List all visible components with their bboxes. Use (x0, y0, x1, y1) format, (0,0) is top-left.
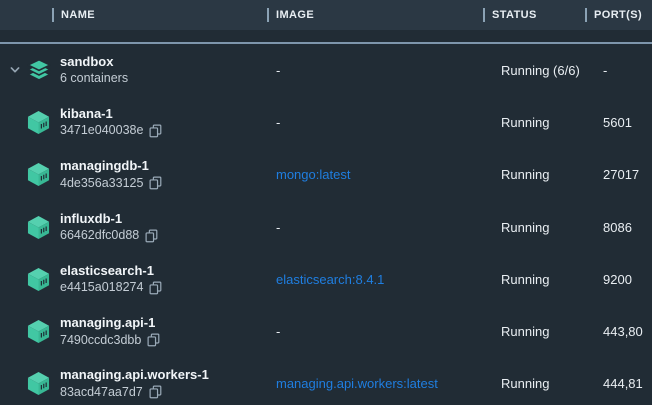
image-link[interactable]: mongo:latest (268, 167, 492, 182)
container-name: kibana-1 (60, 107, 268, 121)
image-cell: - (268, 220, 492, 235)
ports-cell: 8086 (595, 220, 652, 235)
column-header-name[interactable]: NAME (52, 0, 95, 30)
container-cube-icon (27, 110, 51, 135)
status-cell: Running (492, 376, 595, 391)
container-name: managing.api-1 (60, 316, 268, 330)
status-cell: Running (492, 167, 595, 182)
image-cell: - (268, 324, 492, 339)
name-cell: sandbox 6 containers (60, 55, 268, 85)
status-cell: Running (492, 115, 595, 130)
copy-icon[interactable] (149, 281, 162, 295)
ports-cell: 444,81 (595, 376, 652, 391)
container-name: influxdb-1 (60, 212, 268, 226)
table-row[interactable]: managing.api-1 7490ccdc3dbb - Running 44… (0, 305, 652, 357)
container-id-text: 66462dfc0d88 (60, 229, 139, 242)
container-cube-icon (27, 162, 51, 187)
stack-subtext: 6 containers (60, 72, 268, 85)
containers-table: NAME IMAGE STATUS PORT(S) (0, 0, 652, 405)
ports-cell: 443,80 (595, 324, 652, 339)
container-id-text: 83acd47aa7d7 (60, 386, 143, 399)
table-row[interactable]: elasticsearch-1 e4415a018274 elasticsear… (0, 253, 652, 305)
container-id: 4de356a33125 (60, 176, 268, 190)
table-row[interactable]: influxdb-1 66462dfc0d88 - Running 8086 (0, 201, 652, 253)
container-id-text: 4de356a33125 (60, 177, 143, 190)
container-cube-icon (27, 371, 51, 396)
container-cube-icon (27, 215, 51, 240)
container-id: 7490ccdc3dbb (60, 333, 268, 347)
column-header-image[interactable]: IMAGE (267, 0, 314, 30)
name-cell: managingdb-1 4de356a33125 (60, 159, 268, 190)
table-row[interactable]: managingdb-1 4de356a33125 mongo:latest R… (0, 149, 652, 201)
table-row[interactable]: managing.api.workers-1 83acd47aa7d7 mana… (0, 358, 652, 405)
row-leading (0, 358, 60, 405)
column-header-status[interactable]: STATUS (483, 0, 537, 30)
table-header: NAME IMAGE STATUS PORT(S) (0, 0, 652, 30)
name-cell: managing.api-1 7490ccdc3dbb (60, 316, 268, 347)
container-id-text: e4415a018274 (60, 281, 143, 294)
container-id-text: 7490ccdc3dbb (60, 334, 141, 347)
image-link[interactable]: managing.api.workers:latest (268, 376, 492, 391)
chevron-down-icon[interactable] (9, 64, 27, 76)
ports-cell: 9200 (595, 272, 652, 287)
ports-cell: - (595, 63, 652, 78)
container-cube-icon (27, 319, 51, 344)
column-divider (267, 8, 269, 22)
stack-name: sandbox (60, 55, 268, 69)
name-cell: managing.api.workers-1 83acd47aa7d7 (60, 368, 268, 399)
status-cell: Running (6/6) (492, 63, 595, 78)
copy-icon[interactable] (147, 333, 160, 347)
copy-icon[interactable] (149, 176, 162, 190)
column-divider (483, 8, 485, 22)
compose-stack-icon (27, 58, 51, 82)
row-leading (0, 149, 60, 201)
column-label: PORT(S) (594, 9, 642, 21)
status-cell: Running (492, 220, 595, 235)
row-leading (0, 253, 60, 305)
copy-icon[interactable] (145, 229, 158, 243)
image-link[interactable]: elasticsearch:8.4.1 (268, 272, 492, 287)
row-leading (0, 201, 60, 253)
container-id: 3471e040038e (60, 124, 268, 138)
header-gap (0, 30, 652, 42)
column-header-ports[interactable]: PORT(S) (585, 0, 642, 30)
copy-icon[interactable] (149, 124, 162, 138)
container-id-text: 3471e040038e (60, 124, 143, 137)
row-leading (0, 96, 60, 148)
table-row[interactable]: sandbox 6 containers - Running (6/6) - (0, 44, 652, 96)
column-divider (585, 8, 587, 22)
name-cell: elasticsearch-1 e4415a018274 (60, 264, 268, 295)
table-row[interactable]: kibana-1 3471e040038e - Running 5601 (0, 96, 652, 148)
image-cell: - (268, 115, 492, 130)
row-leading (0, 44, 60, 96)
column-divider (52, 8, 54, 22)
container-id: 66462dfc0d88 (60, 229, 268, 243)
container-id: 83acd47aa7d7 (60, 385, 268, 399)
row-leading (0, 305, 60, 357)
copy-icon[interactable] (149, 385, 162, 399)
image-cell: - (268, 63, 492, 78)
ports-cell: 5601 (595, 115, 652, 130)
column-label: NAME (61, 9, 95, 21)
container-cube-icon (27, 267, 51, 292)
container-name: elasticsearch-1 (60, 264, 268, 278)
ports-cell: 27017 (595, 167, 652, 182)
container-name: managing.api.workers-1 (60, 368, 268, 382)
name-cell: kibana-1 3471e040038e (60, 107, 268, 138)
name-cell: influxdb-1 66462dfc0d88 (60, 212, 268, 243)
container-id: e4415a018274 (60, 281, 268, 295)
column-label: STATUS (492, 9, 537, 21)
status-cell: Running (492, 324, 595, 339)
status-cell: Running (492, 272, 595, 287)
container-name: managingdb-1 (60, 159, 268, 173)
column-label: IMAGE (276, 9, 314, 21)
